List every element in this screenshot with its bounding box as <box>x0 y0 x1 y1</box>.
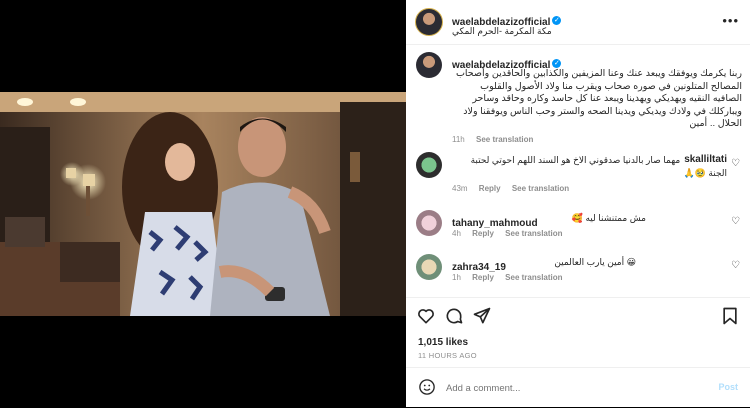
verified-icon: ✓ <box>552 59 562 69</box>
post-photo-illustration <box>0 92 406 316</box>
comment-meta: 1h Reply See translation <box>452 273 572 282</box>
post-photo[interactable] <box>0 92 406 316</box>
post-location[interactable]: مكة المكرمة -الحرم المكي <box>452 26 552 37</box>
post-comment-button[interactable]: Post <box>718 382 738 392</box>
post-timestamp: 11 HOURS AGO <box>418 351 477 360</box>
comment-icon[interactable] <box>444 306 464 326</box>
reply-button[interactable]: Reply <box>472 229 494 238</box>
commenter-avatar[interactable] <box>416 152 442 178</box>
comment-time: 4h <box>452 229 461 238</box>
post-detail-panel: waelabdelazizofficial ✓ مكة المكرمة -الحر… <box>406 0 750 407</box>
caption-block: waelabdelazizofficial ✓ ربنا يكرمك ويوفقك… <box>406 52 750 152</box>
like-comment-heart-icon[interactable]: ♡ <box>731 158 740 169</box>
commenter-avatar[interactable] <box>416 254 442 280</box>
heart-icon[interactable] <box>416 306 436 326</box>
comment-username[interactable]: zahra34_19 <box>452 262 506 273</box>
comment-meta: 43m Reply See translation <box>452 184 578 193</box>
caption-time: 11h <box>452 135 465 144</box>
caption-text: ربنا يكرمك ويوفقك ويبعد عنك وعنا المزيفي… <box>455 68 742 129</box>
comment-username[interactable]: skalliltati <box>684 154 727 165</box>
caption-author-avatar[interactable] <box>416 52 442 78</box>
emoji-icon[interactable] <box>418 378 436 396</box>
comments-list: waelabdelazizofficial ✓ ربنا يكرمك ويوفقك… <box>406 44 750 297</box>
share-icon[interactable] <box>472 306 492 326</box>
more-options-icon[interactable]: ••• <box>722 13 739 28</box>
comment-time: 43m <box>452 184 468 193</box>
comment-username[interactable]: tahany_mahmoud <box>452 218 538 229</box>
see-translation-button[interactable]: See translation <box>505 273 562 282</box>
author-avatar[interactable] <box>416 9 442 35</box>
comment-item: skalliltati مهما صار بالدنيا صدقوني الاخ… <box>406 152 750 202</box>
caption-meta: 11h See translation <box>452 135 542 144</box>
commenter-avatar[interactable] <box>416 210 442 236</box>
post-header: waelabdelazizofficial ✓ مكة المكرمة -الحر… <box>406 0 750 45</box>
comment-item: zahra34_19 😀 أمين يارب العالمين ♡ 1h Rep… <box>406 254 750 294</box>
see-translation-button[interactable]: See translation <box>512 184 569 193</box>
reply-button[interactable]: Reply <box>472 273 494 282</box>
comment-text: 😀 أمين يارب العالمين <box>554 257 636 267</box>
caption-see-translation[interactable]: See translation <box>476 135 533 144</box>
like-comment-heart-icon[interactable]: ♡ <box>731 216 740 227</box>
see-translation-button[interactable]: See translation <box>505 229 562 238</box>
add-comment-input[interactable] <box>444 379 698 397</box>
comment-time: 1h <box>452 273 461 282</box>
action-bar <box>406 297 750 338</box>
add-comment-bar: Post <box>406 367 750 408</box>
reply-button[interactable]: Reply <box>479 184 501 193</box>
comment-meta: 4h Reply See translation <box>452 229 572 238</box>
bookmark-icon[interactable] <box>720 306 740 326</box>
comment-item: tahany_mahmoud مش ممتنشنا ليه 🥰 ♡ 4h Rep… <box>406 210 750 246</box>
likes-count[interactable]: 1,015 likes <box>418 337 468 348</box>
verified-icon: ✓ <box>552 16 562 26</box>
like-comment-heart-icon[interactable]: ♡ <box>731 260 740 271</box>
comment-text: مش ممتنشنا ليه 🥰 <box>571 213 646 223</box>
